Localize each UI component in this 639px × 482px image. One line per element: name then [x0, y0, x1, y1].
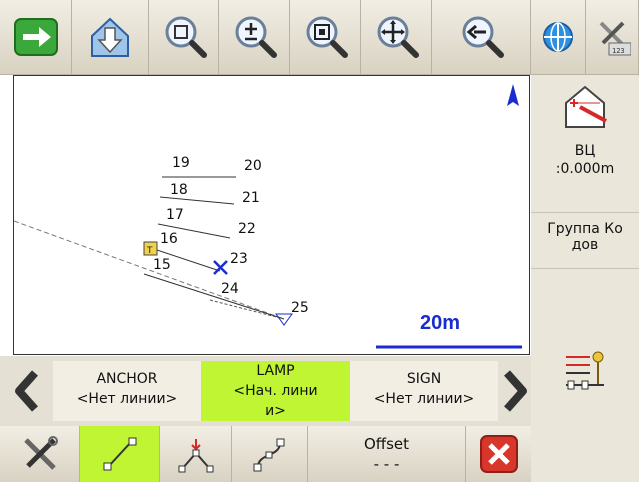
target-triangle-icon	[275, 313, 293, 326]
scale-label: 20m	[420, 312, 461, 334]
tools-button[interactable]	[0, 426, 80, 482]
position-cross-icon	[213, 260, 228, 275]
node-insert-icon	[178, 439, 213, 473]
height-label: ВЦ	[574, 143, 596, 159]
svg-text:123: 123	[612, 47, 625, 55]
point-label-15: 15	[153, 257, 171, 273]
group-codes-button[interactable]: Группа Ко дов	[531, 213, 639, 269]
point-label-23: 23	[230, 251, 248, 267]
point-label-24: 24	[221, 281, 239, 297]
previous-view-button[interactable]	[432, 0, 531, 75]
line-24-25	[209, 299, 285, 320]
line-coding-icon	[566, 351, 604, 390]
zoom-extents-button[interactable]	[149, 0, 219, 75]
zoom-back-icon	[462, 16, 504, 58]
line-18-21	[159, 196, 235, 205]
zoom-plus-minus-icon	[235, 16, 277, 58]
zoom-window-button[interactable]	[290, 0, 361, 75]
line-option-status-cut: и>	[265, 403, 286, 419]
tools-settings-button[interactable]: 123	[586, 0, 639, 75]
pan-icon	[377, 16, 419, 58]
toolbar: 123	[0, 0, 639, 75]
point-label-16: 16	[160, 231, 178, 247]
line-option-status: <Нет линии>	[76, 391, 178, 407]
north-arrow-icon	[507, 84, 519, 106]
globe-icon	[543, 22, 573, 52]
point-label-21: 21	[242, 190, 260, 206]
line-option-status: <Нач. лини	[233, 383, 318, 399]
point-label-22: 22	[238, 221, 256, 237]
zoom-extents-icon	[165, 16, 207, 58]
line-segment-icon	[103, 437, 136, 471]
line-15-25	[143, 273, 285, 320]
line-option-status: <Нет линии>	[373, 391, 475, 407]
go-arrow-button[interactable]	[0, 0, 72, 75]
line-option-lamp[interactable]: LAMP <Нач. лини и>	[201, 361, 350, 421]
point-label-25: 25	[291, 300, 309, 316]
house-download-icon	[91, 17, 129, 57]
right-panel: ВЦ :0.000m Группа Ко дов	[531, 75, 639, 482]
zoom-window-icon	[306, 16, 348, 58]
point-label-19: 19	[172, 155, 190, 171]
code-settings-button[interactable]	[531, 269, 639, 482]
height-value: :0.000m	[555, 161, 615, 177]
line-option-code: ANCHOR	[96, 371, 158, 387]
offset-label: Offset	[363, 435, 410, 453]
point-label-18: 18	[170, 182, 188, 198]
curve-line-icon	[253, 438, 284, 472]
line-code-bar: ANCHOR <Нет линии> LAMP <Нач. лини и> SI…	[0, 356, 531, 426]
zoom-in-out-button[interactable]	[219, 0, 290, 75]
pan-button[interactable]	[361, 0, 432, 75]
map-canvas[interactable]: T 19 20 18 21 17 22 16 15 23 24 25 20m	[13, 75, 530, 355]
node-insert-button[interactable]	[160, 426, 232, 482]
point-label-17: 17	[166, 207, 184, 223]
offset-button[interactable]: Offset - - -	[308, 426, 466, 482]
group-codes-label-line2: дов	[571, 237, 599, 253]
next-line-button[interactable]	[498, 361, 531, 421]
wrench-screwdriver-icon	[23, 436, 58, 470]
line-option-code: SIGN	[406, 371, 442, 387]
download-button[interactable]	[72, 0, 149, 75]
group-codes-label: Группа Ко	[547, 221, 623, 237]
offset-value: - - -	[373, 455, 400, 473]
svg-text:T: T	[146, 246, 153, 256]
line-mode-button[interactable]	[80, 426, 160, 482]
close-button[interactable]	[466, 426, 531, 482]
close-icon	[479, 435, 518, 473]
arrow-right-icon	[13, 18, 58, 56]
line-option-sign[interactable]: SIGN <Нет линии>	[350, 361, 498, 421]
curve-mode-button[interactable]	[232, 426, 308, 482]
line-option-code: LAMP	[256, 363, 295, 379]
globe-button[interactable]	[531, 0, 586, 75]
tools-icon: 123	[599, 21, 631, 56]
instrument-height-icon	[565, 85, 607, 128]
point-label-20: 20	[244, 158, 262, 174]
bottom-toolbar: Offset - - -	[0, 426, 531, 482]
height-button[interactable]: ВЦ :0.000m	[531, 75, 639, 213]
chevron-left-icon	[14, 370, 38, 412]
prev-line-button[interactable]	[0, 361, 53, 421]
line-option-anchor[interactable]: ANCHOR <Нет линии>	[53, 361, 201, 421]
chevron-right-icon	[503, 370, 527, 412]
